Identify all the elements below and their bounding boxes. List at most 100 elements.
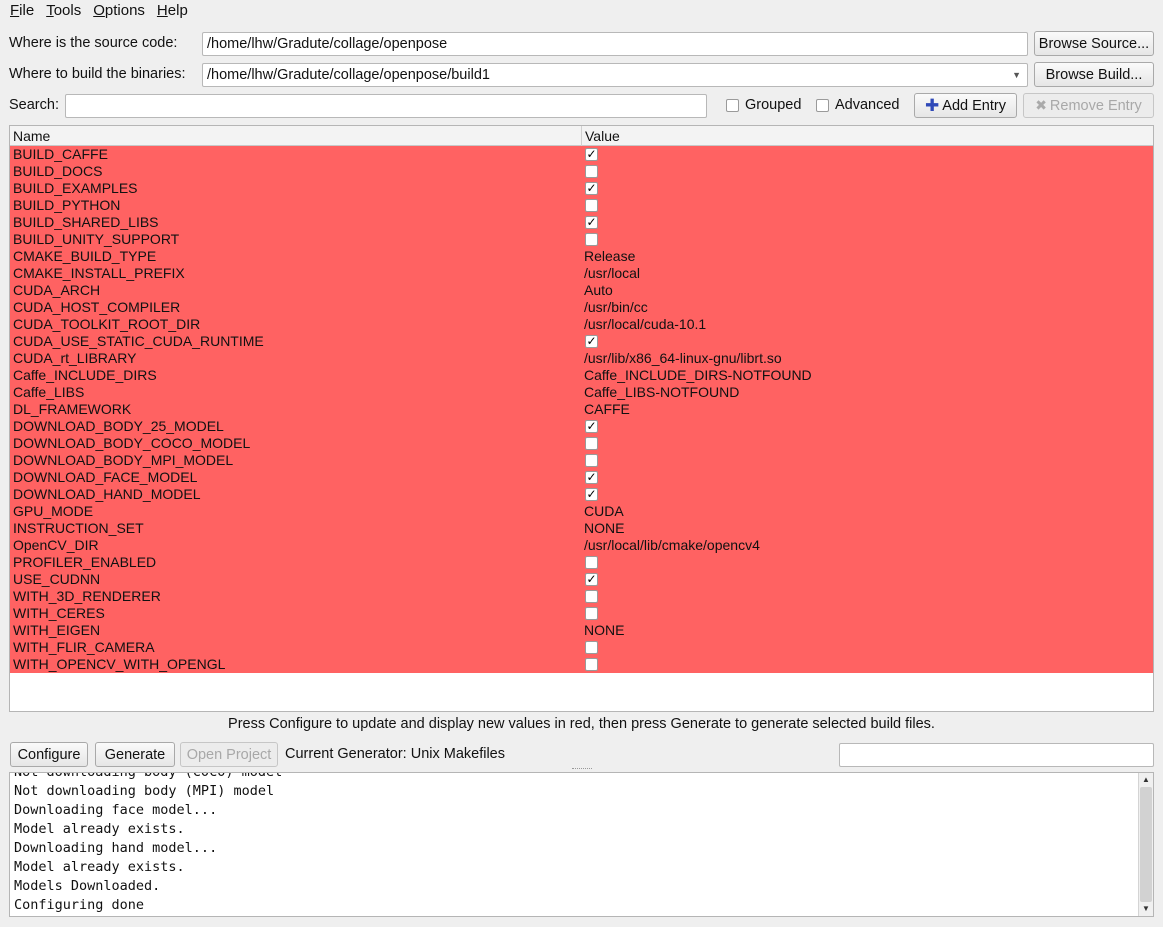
menu-item-help[interactable]: Help bbox=[151, 0, 194, 22]
table-row[interactable]: BUILD_DOCS bbox=[10, 163, 1153, 180]
entry-value[interactable]: CUDA bbox=[584, 503, 624, 520]
table-row[interactable]: BUILD_PYTHON bbox=[10, 197, 1153, 214]
scroll-up-icon[interactable]: ▲ bbox=[1139, 773, 1153, 787]
checked-checkbox[interactable]: ✓ bbox=[585, 420, 598, 433]
table-row[interactable]: BUILD_UNITY_SUPPORT bbox=[10, 231, 1153, 248]
unchecked-checkbox[interactable] bbox=[585, 454, 598, 467]
table-row[interactable]: DOWNLOAD_HAND_MODEL ✓ bbox=[10, 486, 1153, 503]
checked-checkbox[interactable]: ✓ bbox=[585, 488, 598, 501]
unchecked-checkbox[interactable] bbox=[585, 165, 598, 178]
table-row[interactable]: DOWNLOAD_FACE_MODEL ✓ bbox=[10, 469, 1153, 486]
table-row[interactable]: DOWNLOAD_BODY_COCO_MODEL bbox=[10, 435, 1153, 452]
table-row[interactable]: WITH_CERES bbox=[10, 605, 1153, 622]
unchecked-checkbox[interactable] bbox=[585, 607, 598, 620]
table-row[interactable]: BUILD_SHARED_LIBS ✓ bbox=[10, 214, 1153, 231]
table-row[interactable]: DL_FRAMEWORK CAFFE bbox=[10, 401, 1153, 418]
table-row[interactable]: BUILD_EXAMPLES ✓ bbox=[10, 180, 1153, 197]
checked-checkbox[interactable]: ✓ bbox=[585, 182, 598, 195]
remove-entry-button[interactable]: ✖ Remove Entry bbox=[1023, 93, 1154, 118]
table-row[interactable]: CMAKE_BUILD_TYPE Release bbox=[10, 248, 1153, 265]
table-row[interactable]: BUILD_CAFFE ✓ bbox=[10, 146, 1153, 163]
source-path-field[interactable]: /home/lhw/Gradute/collage/openpose bbox=[202, 32, 1028, 56]
table-row[interactable]: CUDA_TOOLKIT_ROOT_DIR/usr/local/cuda-10.… bbox=[10, 316, 1153, 333]
grouped-checkbox[interactable]: Grouped bbox=[726, 97, 801, 113]
table-row[interactable]: WITH_3D_RENDERER bbox=[10, 588, 1153, 605]
unchecked-checkbox[interactable] bbox=[585, 641, 598, 654]
splitter-handle[interactable] bbox=[572, 768, 592, 770]
table-row[interactable]: CMAKE_INSTALL_PREFIX/usr/local bbox=[10, 265, 1153, 282]
output-filter-input[interactable] bbox=[839, 743, 1154, 767]
table-row[interactable]: INSTRUCTION_SET NONE bbox=[10, 520, 1153, 537]
output-log[interactable]: Not downloading body (COCO) model Not dow… bbox=[9, 772, 1154, 917]
unchecked-checkbox[interactable] bbox=[585, 556, 598, 569]
unchecked-checkbox[interactable] bbox=[585, 199, 598, 212]
unchecked-checkbox[interactable] bbox=[585, 437, 598, 450]
configure-button[interactable]: Configure bbox=[10, 742, 88, 767]
table-row[interactable]: OpenCV_DIR/usr/local/lib/cmake/opencv4 bbox=[10, 537, 1153, 554]
build-path-combobox[interactable]: /home/lhw/Gradute/collage/openpose/build… bbox=[202, 63, 1028, 87]
scroll-down-icon[interactable]: ▼ bbox=[1139, 902, 1153, 916]
grouped-checkbox-box[interactable] bbox=[726, 98, 739, 112]
table-row[interactable]: DOWNLOAD_BODY_MPI_MODEL bbox=[10, 452, 1153, 469]
checked-checkbox[interactable]: ✓ bbox=[585, 216, 598, 229]
hint-text: Press Configure to update and display ne… bbox=[228, 716, 935, 732]
advanced-checkbox-box[interactable] bbox=[816, 98, 829, 112]
entry-value[interactable]: /usr/local/cuda-10.1 bbox=[584, 316, 706, 333]
column-header-name[interactable]: Name bbox=[10, 126, 50, 146]
search-input[interactable] bbox=[65, 94, 707, 118]
menu-item-tools[interactable]: Tools bbox=[40, 0, 87, 22]
unchecked-checkbox[interactable] bbox=[585, 233, 598, 246]
entry-value[interactable]: Caffe_LIBS-NOTFOUND bbox=[584, 384, 739, 401]
entry-name: DOWNLOAD_BODY_MPI_MODEL bbox=[13, 452, 234, 468]
advanced-checkbox[interactable]: Advanced bbox=[816, 97, 900, 113]
scrollbar-thumb[interactable] bbox=[1140, 787, 1152, 902]
unchecked-checkbox[interactable] bbox=[585, 590, 598, 603]
table-row[interactable]: Caffe_INCLUDE_DIRS Caffe_INCLUDE_DIRS-NOT… bbox=[10, 367, 1153, 384]
checked-checkbox[interactable]: ✓ bbox=[585, 335, 598, 348]
generate-button[interactable]: Generate bbox=[95, 742, 175, 767]
entry-value[interactable]: /usr/local bbox=[584, 265, 640, 282]
checked-checkbox[interactable]: ✓ bbox=[585, 471, 598, 484]
entry-value[interactable]: Caffe_INCLUDE_DIRS-NOTFOUND bbox=[584, 367, 812, 384]
entry-value[interactable]: NONE bbox=[584, 622, 624, 639]
menu-item-options[interactable]: Options bbox=[87, 0, 151, 22]
browse-build-button[interactable]: Browse Build... bbox=[1034, 62, 1154, 87]
table-row[interactable]: CUDA_rt_LIBRARY/usr/lib/x86_64-linux-gnu… bbox=[10, 350, 1153, 367]
table-row[interactable]: GPU_MODE CUDA bbox=[10, 503, 1153, 520]
entry-name: USE_CUDNN bbox=[13, 571, 101, 587]
table-row[interactable]: WITH_OPENCV_WITH_OPENGL bbox=[10, 656, 1153, 673]
entry-name: DOWNLOAD_BODY_25_MODEL bbox=[13, 418, 224, 434]
unchecked-checkbox[interactable] bbox=[585, 658, 598, 671]
checked-checkbox[interactable]: ✓ bbox=[585, 573, 598, 586]
table-row[interactable]: CUDA_HOST_COMPILER/usr/bin/cc bbox=[10, 299, 1153, 316]
menu-item-file[interactable]: File bbox=[4, 0, 40, 22]
checked-checkbox[interactable]: ✓ bbox=[585, 148, 598, 161]
table-row[interactable]: DOWNLOAD_BODY_25_MODEL ✓ bbox=[10, 418, 1153, 435]
entry-value[interactable]: Auto bbox=[584, 282, 613, 299]
entry-value[interactable]: /usr/lib/x86_64-linux-gnu/librt.so bbox=[584, 350, 782, 367]
entry-name: CUDA_TOOLKIT_ROOT_DIR bbox=[13, 316, 201, 332]
entry-value[interactable]: CAFFE bbox=[584, 401, 630, 418]
entry-name: DOWNLOAD_BODY_COCO_MODEL bbox=[13, 435, 251, 451]
table-row[interactable]: CUDA_ARCH Auto bbox=[10, 282, 1153, 299]
table-row[interactable]: WITH_FLIR_CAMERA bbox=[10, 639, 1153, 656]
entry-name: BUILD_UNITY_SUPPORT bbox=[13, 231, 180, 247]
entry-value[interactable]: /usr/bin/cc bbox=[584, 299, 648, 316]
table-row[interactable]: Caffe_LIBS Caffe_LIBS-NOTFOUND bbox=[10, 384, 1153, 401]
entry-value[interactable]: NONE bbox=[584, 520, 624, 537]
entry-value[interactable]: Release bbox=[584, 248, 635, 265]
open-project-button[interactable]: Open Project bbox=[180, 742, 278, 767]
add-entry-button[interactable]: ✚ Add Entry bbox=[914, 93, 1017, 118]
browse-source-button[interactable]: Browse Source... bbox=[1034, 31, 1154, 56]
log-line: Downloading hand model... bbox=[14, 840, 218, 856]
menu-item-mnemonic: T bbox=[46, 2, 54, 19]
entry-name: WITH_EIGEN bbox=[13, 622, 101, 638]
column-header-value[interactable]: Value bbox=[581, 126, 620, 146]
entry-value[interactable]: /usr/local/lib/cmake/opencv4 bbox=[584, 537, 760, 554]
chevron-down-icon[interactable]: ▼ bbox=[1012, 64, 1021, 86]
table-row[interactable]: CUDA_USE_STATIC_CUDA_RUNTIME ✓ bbox=[10, 333, 1153, 350]
table-row[interactable]: USE_CUDNN ✓ bbox=[10, 571, 1153, 588]
table-row[interactable]: WITH_EIGEN NONE bbox=[10, 622, 1153, 639]
table-row[interactable]: PROFILER_ENABLED bbox=[10, 554, 1153, 571]
log-scrollbar[interactable]: ▲ ▼ bbox=[1138, 773, 1153, 916]
